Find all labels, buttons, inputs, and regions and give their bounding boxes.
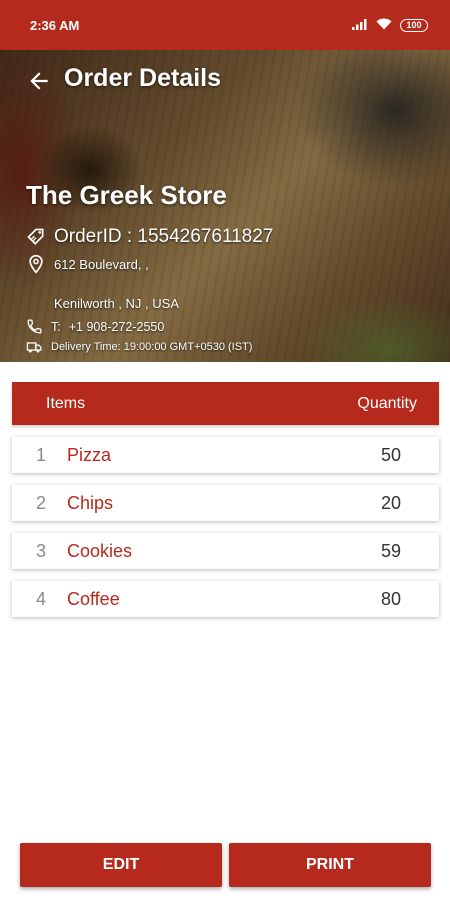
order-id-row: OrderID : 1554267611827 <box>26 226 273 248</box>
phone-number[interactable]: +1 908-272-2550 <box>69 320 165 334</box>
row-number: 4 <box>36 588 47 609</box>
delivery-icon <box>26 338 43 355</box>
address-line1: 612 Boulevard, , <box>54 256 149 272</box>
row-number: 2 <box>36 492 47 513</box>
phone-row: T: +1 908-272-2550 <box>26 318 164 335</box>
tag-icon <box>26 227 46 247</box>
item-quantity: 20 <box>380 492 401 513</box>
store-name: The Greek Store <box>26 180 227 210</box>
phone-icon <box>26 318 43 335</box>
location-icon <box>26 254 46 274</box>
row-number: 1 <box>36 444 47 465</box>
status-icons: 100 <box>352 18 428 33</box>
item-name: Cookies <box>67 540 133 561</box>
item-name: Pizza <box>67 444 112 465</box>
address-row: 612 Boulevard, , <box>26 254 149 274</box>
back-arrow-icon[interactable] <box>26 68 52 94</box>
delivery-row: Delivery Time: 19:00:00 GMT+0530 (IST) <box>26 338 252 355</box>
table-row[interactable]: 4 Coffee 80 <box>12 581 439 617</box>
battery-icon: 100 <box>400 18 428 32</box>
order-id: OrderID : 1554267611827 <box>54 226 274 247</box>
item-quantity: 59 <box>380 540 401 561</box>
item-quantity: 80 <box>380 588 401 609</box>
page-title: Order Details <box>64 64 222 92</box>
item-quantity: 50 <box>380 444 401 465</box>
status-bar: 2:36 AM 100 <box>0 0 450 50</box>
wifi-icon <box>376 18 392 33</box>
signal-icon <box>352 18 368 33</box>
edit-button[interactable]: EDIT <box>20 843 222 887</box>
phone-prefix: T: <box>51 319 61 334</box>
print-button[interactable]: PRINT <box>229 843 431 887</box>
row-number: 3 <box>36 540 47 561</box>
table-row[interactable]: 2 Chips 20 <box>12 485 439 521</box>
delivery-time: Delivery Time: 19:00:00 GMT+0530 (IST) <box>51 340 253 353</box>
table-row[interactable]: 3 Cookies 59 <box>12 533 439 569</box>
status-time: 2:36 AM <box>30 17 80 33</box>
address-line2: Kenilworth , NJ , USA <box>54 296 179 311</box>
item-name: Chips <box>67 492 114 513</box>
order-header: Order Details The Greek Store OrderID : … <box>0 50 450 362</box>
quantity-column-header: Quantity <box>357 394 417 412</box>
items-table-header: Items Quantity <box>12 382 439 425</box>
item-name: Coffee <box>67 588 120 609</box>
table-row[interactable]: 1 Pizza 50 <box>12 437 439 473</box>
items-column-header: Items <box>46 394 86 412</box>
